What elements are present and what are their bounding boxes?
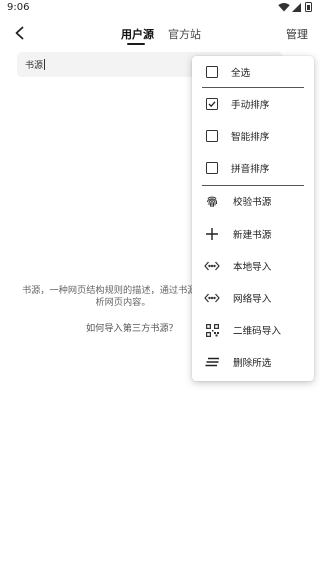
checkbox-checked-icon[interactable] bbox=[206, 98, 218, 110]
menu-item-label: 删除所选 bbox=[233, 358, 272, 369]
menu-item-select-all[interactable]: 全选 bbox=[192, 57, 314, 87]
menu-item-network-import[interactable]: 网络导入 bbox=[192, 283, 314, 313]
top-bar: 用户源 官方站 管理 bbox=[0, 17, 320, 47]
menu-item-label: 新建书源 bbox=[233, 230, 272, 241]
checkbox-unchecked-icon[interactable] bbox=[206, 162, 218, 174]
tab-user-sources[interactable]: 用户源 bbox=[121, 26, 154, 42]
menu-item-verify-sources[interactable]: 校验书源 bbox=[192, 186, 314, 216]
status-time: 9:06 bbox=[7, 2, 30, 13]
signal-icon bbox=[292, 2, 301, 12]
menu-item-delete-selected[interactable]: 删除所选 bbox=[192, 347, 314, 377]
menu-item-qr-import[interactable]: 二维码导入 bbox=[192, 315, 314, 345]
battery-icon bbox=[305, 2, 312, 12]
delete-lines-icon bbox=[205, 357, 219, 367]
checkbox-unchecked-icon[interactable] bbox=[206, 66, 218, 78]
manage-button[interactable]: 管理 bbox=[286, 26, 308, 42]
menu-item-label: 智能排序 bbox=[231, 132, 270, 143]
menu-item-smart-sort[interactable]: 智能排序 bbox=[192, 121, 314, 151]
menu-item-label: 网络导入 bbox=[233, 294, 272, 305]
status-icons bbox=[278, 2, 312, 12]
wifi-icon bbox=[278, 2, 290, 12]
search-value: 书源 bbox=[25, 59, 46, 71]
code-icon bbox=[204, 261, 220, 271]
arrow-left-icon bbox=[15, 26, 24, 40]
menu-item-label: 本地导入 bbox=[233, 262, 272, 273]
menu-item-local-import[interactable]: 本地导入 bbox=[192, 251, 314, 281]
menu-divider bbox=[202, 87, 304, 88]
plus-icon bbox=[206, 228, 218, 240]
status-bar: 9:06 bbox=[0, 0, 320, 16]
menu-item-label: 全选 bbox=[231, 68, 251, 79]
menu-item-new-source[interactable]: 新建书源 bbox=[192, 219, 314, 249]
menu-item-label: 校验书源 bbox=[233, 197, 272, 208]
menu-item-label: 手动排序 bbox=[231, 100, 270, 111]
menu-item-pinyin-sort[interactable]: 拼音排序 bbox=[192, 153, 314, 183]
checkbox-unchecked-icon[interactable] bbox=[206, 130, 218, 142]
menu-item-manual-sort[interactable]: 手动排序 bbox=[192, 89, 314, 119]
text-caret bbox=[44, 59, 46, 70]
fingerprint-icon bbox=[207, 196, 217, 207]
tab-indicator bbox=[127, 43, 145, 45]
menu-item-label: 拼音排序 bbox=[231, 164, 270, 175]
back-button[interactable] bbox=[8, 21, 32, 45]
tab-official-site[interactable]: 官方站 bbox=[168, 26, 201, 42]
qr-code-icon bbox=[205, 323, 219, 337]
import-help-link[interactable]: 如何导入第三方书源？ bbox=[86, 320, 178, 334]
overflow-menu: 全选 手动排序 智能排序 拼音排序 校验书源 新建书源 本地导入 网络导入 二维… bbox=[192, 56, 314, 381]
code-icon bbox=[204, 293, 220, 303]
menu-item-label: 二维码导入 bbox=[233, 326, 281, 337]
